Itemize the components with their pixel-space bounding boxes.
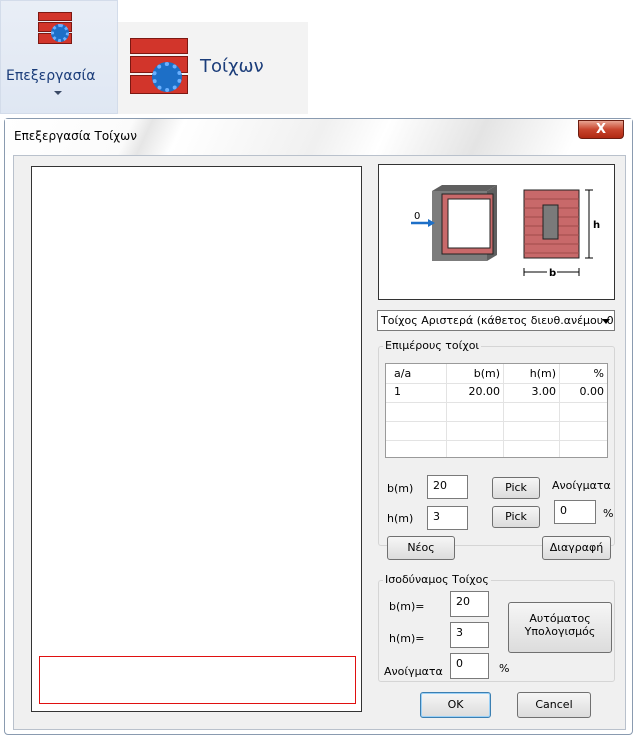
delete-wall-button[interactable]: Διαγραφή bbox=[542, 536, 611, 560]
openings-label: Ανοίγματα bbox=[552, 479, 611, 492]
cancel-button[interactable]: Cancel bbox=[517, 692, 591, 718]
h-input[interactable]: 3 bbox=[427, 506, 468, 530]
table-cell: 0.00 bbox=[579, 385, 605, 398]
wall-gear-icon bbox=[130, 38, 188, 94]
ok-button[interactable]: OK bbox=[420, 692, 491, 718]
equiv-h-input[interactable]: 3 bbox=[450, 622, 489, 648]
ribbon-walls-strip: Τοίχων bbox=[118, 22, 308, 114]
walls-table[interactable]: a/a b(m) h(m) % 1 20.00 3.00 0.00 bbox=[385, 363, 608, 458]
openings-input[interactable]: 0 bbox=[554, 500, 596, 524]
drawing-canvas[interactable] bbox=[31, 166, 362, 712]
walls-group-label: Επιμέρους τοίχοι bbox=[383, 339, 482, 352]
new-wall-button[interactable]: Νέος bbox=[387, 536, 455, 560]
auto-calculate-button[interactable]: Αυτόματος Υπολογισμός bbox=[508, 602, 612, 653]
table-cell: 20.00 bbox=[468, 385, 501, 398]
col-header: h(m) bbox=[529, 367, 556, 380]
wall-gear-icon bbox=[38, 12, 72, 44]
red-outline-box bbox=[39, 656, 356, 704]
equiv-openings-input[interactable]: 0 bbox=[450, 653, 489, 679]
b-input[interactable]: 20 bbox=[427, 475, 468, 499]
equiv-openings-label: Ανοίγματα bbox=[384, 665, 443, 678]
pick-b-button[interactable]: Pick bbox=[492, 477, 540, 499]
equiv-b-input[interactable]: 20 bbox=[450, 591, 489, 617]
equiv-b-label: b(m)= bbox=[389, 600, 425, 613]
openings-percent: % bbox=[603, 507, 614, 520]
h-label: h(m) bbox=[387, 512, 414, 525]
ribbon-walls-label: Τοίχων bbox=[200, 56, 264, 77]
auto-calculate-line2: Υπολογισμός bbox=[524, 625, 596, 638]
table-cell: 1 bbox=[394, 385, 401, 398]
equiv-h-label: h(m)= bbox=[389, 632, 425, 645]
dialog-title: Επεξεργασία Τοίχων bbox=[14, 129, 137, 143]
wall-preview-figure: 0 h b bbox=[378, 164, 615, 300]
col-header: a/a bbox=[394, 367, 412, 380]
auto-calculate-line1: Αυτόματος bbox=[529, 612, 591, 625]
b-label: b(m) bbox=[387, 482, 414, 495]
col-header: % bbox=[593, 367, 604, 380]
wall-select-value: Τοίχος Αριστερά (κάθετος διευθ.ανέμου 0 bbox=[381, 314, 614, 327]
equiv-openings-percent: % bbox=[499, 662, 510, 675]
ribbon-edit-label: Επεξεργασία bbox=[6, 68, 96, 84]
ribbon-edit-button[interactable]: Επεξεργασία bbox=[0, 0, 118, 114]
close-button[interactable]: X bbox=[578, 120, 624, 139]
wall-select[interactable]: Τοίχος Αριστερά (κάθετος διευθ.ανέμου 0 bbox=[377, 310, 615, 331]
equivalent-wall-group: Ισοδύναμος Τοίχος b(m)= 20 Αυτόματος Υπο… bbox=[378, 573, 615, 682]
dropdown-arrow-icon[interactable] bbox=[54, 91, 62, 95]
table-cell: 3.00 bbox=[531, 385, 557, 398]
chevron-down-icon[interactable] bbox=[602, 319, 610, 324]
dialog-client-area: 0 h b Τοίχος Αριστερά (κάθετος διευθ.ανέ… bbox=[13, 155, 626, 730]
preview-arrow-label: 0 bbox=[414, 211, 420, 222]
equivalent-wall-label: Ισοδύναμος Τοίχος bbox=[383, 573, 491, 586]
pick-h-button[interactable]: Pick bbox=[492, 506, 540, 528]
preview-dim-b: b bbox=[549, 268, 556, 279]
col-header: b(m) bbox=[473, 367, 500, 380]
edit-walls-dialog: Επεξεργασία Τοίχων X 0 h b Τοίχος Αριστε… bbox=[4, 118, 633, 735]
walls-group: Επιμέρους τοίχοι a/a b(m) h(m) % 1 20.00… bbox=[378, 339, 615, 560]
wall-diagram-svg: 0 h b bbox=[411, 185, 600, 279]
preview-dim-h: h bbox=[593, 220, 600, 231]
